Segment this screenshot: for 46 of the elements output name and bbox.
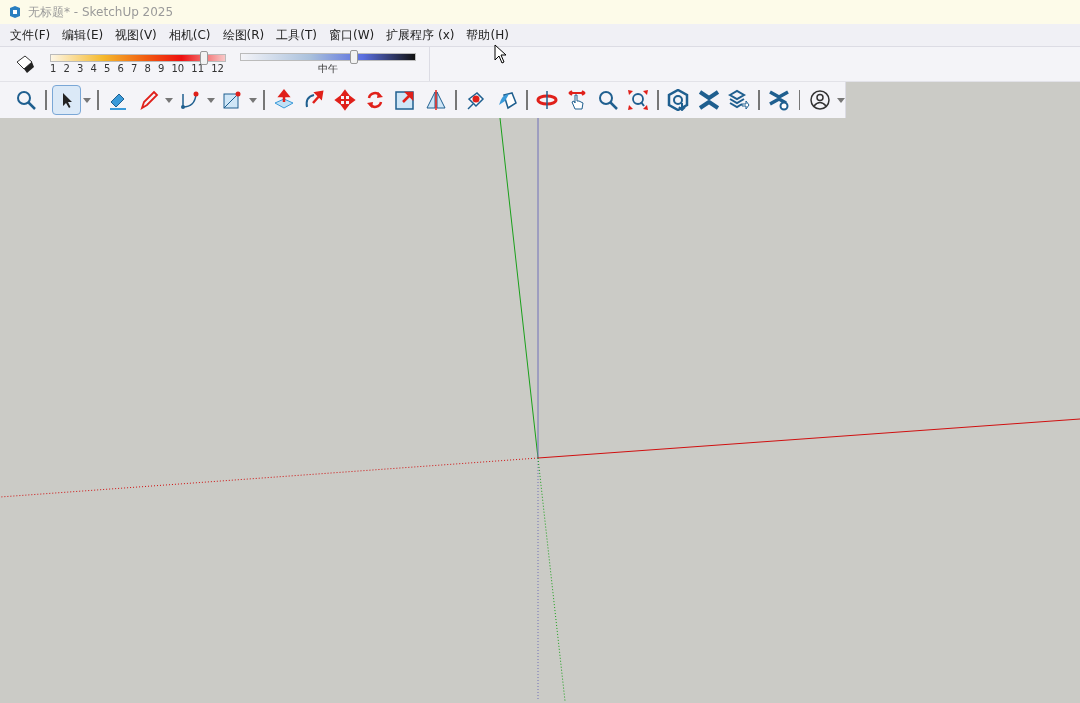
- month-label: 3: [77, 63, 84, 74]
- month-label: 2: [63, 63, 70, 74]
- caret-icon: [207, 97, 216, 103]
- menu-item[interactable]: 视图(V): [109, 26, 163, 44]
- menu-item[interactable]: 扩展程序 (x): [380, 26, 461, 44]
- slider-thumb[interactable]: [200, 51, 209, 65]
- month-label: 7: [131, 63, 138, 74]
- month-label: 11: [191, 63, 205, 74]
- menu-item[interactable]: 相机(C): [162, 26, 217, 44]
- time-label: 中午: [318, 61, 338, 76]
- month-label: 6: [117, 63, 124, 74]
- shadow-box-icon[interactable]: [14, 53, 36, 75]
- month-label: 5: [104, 63, 111, 74]
- layers-icon: [728, 89, 751, 111]
- caret-icon: [165, 97, 174, 103]
- month-label: 12: [211, 63, 224, 74]
- triangle-icon: [424, 89, 447, 111]
- month-label: 9: [158, 63, 165, 74]
- caret-icon: [249, 97, 258, 103]
- slider-thumb[interactable]: [350, 49, 359, 64]
- menu-item[interactable]: 窗口(W): [322, 26, 381, 44]
- caret-icon: [836, 97, 845, 103]
- move-icon: [333, 89, 356, 111]
- month-label: 8: [144, 63, 151, 74]
- zoom-extents-icon: [626, 89, 649, 111]
- search-icon: [15, 89, 38, 111]
- menu-item[interactable]: 编辑(E): [56, 26, 110, 44]
- search-icon: [596, 89, 619, 111]
- menu-item[interactable]: 帮助(H): [460, 26, 515, 44]
- month-label: 4: [90, 63, 97, 74]
- orbit-icon: [535, 89, 558, 111]
- month-slider[interactable]: [50, 54, 226, 62]
- time-slider[interactable]: [240, 52, 416, 61]
- caret-icon: [83, 97, 92, 103]
- month-label: 1: [50, 63, 57, 74]
- scale-icon: [394, 89, 417, 111]
- tool-button[interactable]: [52, 85, 81, 115]
- user-icon: [808, 89, 831, 111]
- menu-item[interactable]: 绘图(R): [216, 26, 271, 44]
- window-title: 无标题* - SketchUp 2025: [28, 3, 174, 21]
- hexagon-icon: [667, 89, 690, 111]
- app-logo-icon: [8, 5, 22, 19]
- menu-item[interactable]: 工具(T): [270, 26, 323, 44]
- push-pull-icon: [272, 89, 295, 111]
- menu-item[interactable]: 文件(F): [4, 26, 57, 44]
- month-label: 10: [171, 63, 185, 74]
